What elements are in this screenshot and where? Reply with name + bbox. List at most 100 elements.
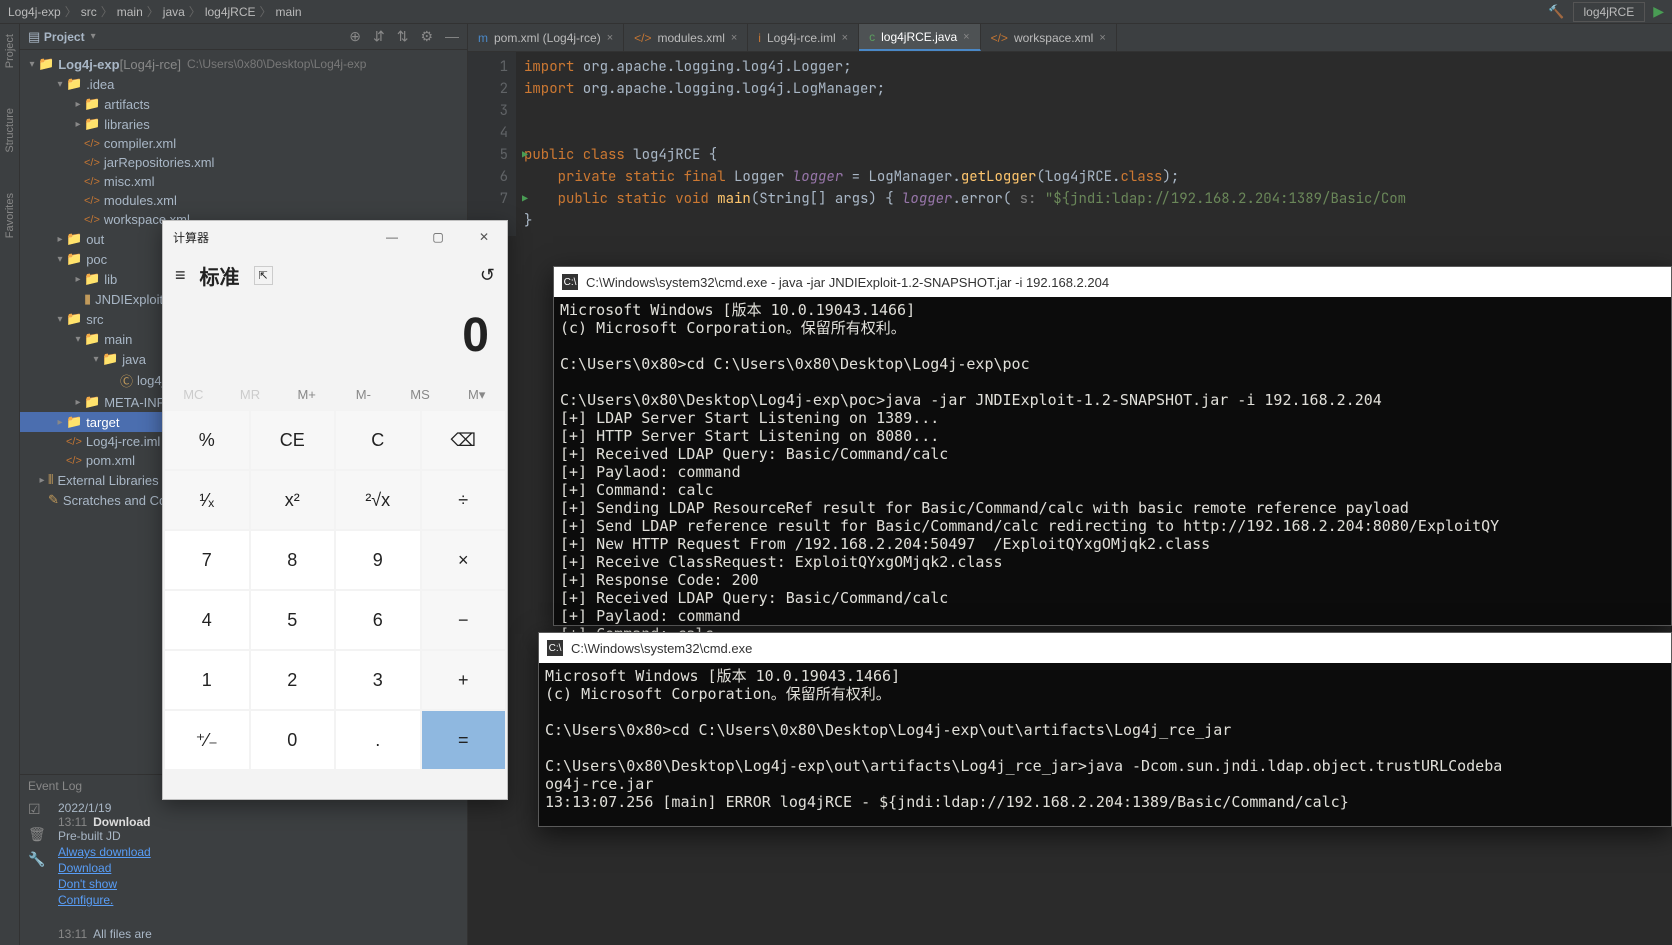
expand-icon[interactable]: ⇵ bbox=[373, 28, 385, 45]
event-link[interactable]: Configure. bbox=[58, 893, 152, 907]
run-config-dropdown[interactable]: log4jRCE bbox=[1573, 2, 1646, 22]
tree-item[interactable]: ▸📁libraries bbox=[20, 114, 467, 134]
calc-key[interactable]: 6 bbox=[336, 591, 420, 649]
editor-tab[interactable]: </>modules.xml× bbox=[624, 24, 748, 51]
close-icon[interactable]: × bbox=[731, 32, 737, 44]
code-editor[interactable]: 12345▶67▶ import org.apache.logging.log4… bbox=[468, 52, 1672, 236]
hamburger-icon[interactable]: ≡ bbox=[175, 265, 186, 286]
calc-memory-row: MCMRM+M-MSM▾ bbox=[163, 381, 507, 409]
locate-icon[interactable]: ⊕ bbox=[349, 28, 361, 45]
event-link[interactable]: Don't show bbox=[58, 877, 152, 891]
run-button[interactable]: ▶ bbox=[1653, 3, 1664, 20]
breadcrumb-seg[interactable]: main bbox=[117, 5, 143, 19]
keep-on-top-icon[interactable]: ⇱ bbox=[254, 266, 273, 285]
calc-key[interactable]: × bbox=[422, 531, 506, 589]
collapse-icon[interactable]: ⇅ bbox=[397, 28, 409, 45]
cmd-titlebar[interactable]: C:\ C:\Windows\system32\cmd.exe bbox=[539, 633, 1671, 663]
editor-tab[interactable]: iLog4j-rce.iml× bbox=[748, 24, 859, 51]
calc-key[interactable]: 3 bbox=[336, 651, 420, 709]
calc-key[interactable]: ²√x bbox=[336, 471, 420, 529]
close-button[interactable]: ✕ bbox=[461, 221, 507, 253]
left-tool-strip: Project Structure Favorites bbox=[0, 24, 20, 945]
cmd-output[interactable]: Microsoft Windows [版本 10.0.19043.1466] (… bbox=[539, 663, 1671, 815]
minimize-button[interactable]: — bbox=[369, 221, 415, 253]
tree-item[interactable]: </>jarRepositories.xml bbox=[20, 153, 467, 172]
calc-key[interactable]: . bbox=[336, 711, 420, 769]
calc-key[interactable]: 2 bbox=[251, 651, 335, 709]
tree-item[interactable]: </>compiler.xml bbox=[20, 134, 467, 153]
event-link[interactable]: Always download bbox=[58, 845, 152, 859]
trash-icon[interactable]: 🗑 bbox=[28, 826, 58, 843]
sidebar-title[interactable]: Project bbox=[44, 30, 85, 44]
calc-key[interactable]: 7 bbox=[165, 531, 249, 589]
calc-mem-m▾[interactable]: M▾ bbox=[448, 387, 505, 403]
structure-tool-button[interactable]: Structure bbox=[4, 108, 16, 153]
cmd-icon: C:\ bbox=[547, 640, 563, 656]
calc-key[interactable]: + bbox=[422, 651, 506, 709]
code-body[interactable]: import org.apache.logging.log4j.Logger; … bbox=[516, 52, 1414, 236]
check-icon[interactable]: ☑ bbox=[28, 801, 58, 818]
hide-icon[interactable]: — bbox=[445, 28, 459, 45]
calc-key[interactable]: 0 bbox=[251, 711, 335, 769]
breadcrumb[interactable]: Log4j-exp〉src〉main〉java〉log4jRCE〉main bbox=[8, 3, 302, 20]
favorites-tool-button[interactable]: Favorites bbox=[4, 193, 16, 238]
breadcrumb-seg[interactable]: src bbox=[81, 5, 97, 19]
cmd-window-jndiexploit[interactable]: C:\ C:\Windows\system32\cmd.exe - java -… bbox=[553, 266, 1672, 626]
calc-key[interactable]: 8 bbox=[251, 531, 335, 589]
history-icon[interactable]: ↺ bbox=[480, 265, 495, 286]
calc-mem-mr: MR bbox=[222, 387, 279, 403]
calculator-title: 计算器 bbox=[173, 229, 209, 246]
calc-key[interactable]: 5 bbox=[251, 591, 335, 649]
calc-mem-m+[interactable]: M+ bbox=[278, 387, 335, 403]
breadcrumb-seg[interactable]: main bbox=[276, 5, 302, 19]
tree-root[interactable]: ▾📁Log4j-exp [Log4j-rce]C:\Users\0x80\Des… bbox=[20, 54, 467, 74]
project-tool-button[interactable]: Project bbox=[4, 34, 16, 68]
hammer-icon[interactable]: 🔨 bbox=[1548, 4, 1564, 20]
cmd-output[interactable]: Microsoft Windows [版本 10.0.19043.1466] (… bbox=[554, 297, 1671, 647]
tree-item[interactable]: ▸📁artifacts bbox=[20, 94, 467, 114]
cmd-window-runjar[interactable]: C:\ C:\Windows\system32\cmd.exe Microsof… bbox=[538, 632, 1672, 827]
calc-key[interactable]: = bbox=[422, 711, 506, 769]
maximize-button[interactable]: ▢ bbox=[415, 221, 461, 253]
close-icon[interactable]: × bbox=[1099, 32, 1105, 44]
calc-mode: 标准 bbox=[200, 261, 240, 290]
calculator-titlebar[interactable]: 计算器 — ▢ ✕ bbox=[163, 221, 507, 253]
calc-key[interactable]: CE bbox=[251, 411, 335, 469]
calc-key[interactable]: − bbox=[422, 591, 506, 649]
editor-tab[interactable]: mpom.xml (Log4j-rce)× bbox=[468, 24, 624, 51]
tree-item[interactable]: </>misc.xml bbox=[20, 172, 467, 191]
sidebar-header: ▤ Project ▾ ⊕ ⇵ ⇅ ⚙ — bbox=[20, 24, 467, 50]
calc-key[interactable]: C bbox=[336, 411, 420, 469]
calc-key[interactable]: x² bbox=[251, 471, 335, 529]
breadcrumb-seg[interactable]: Log4j-exp bbox=[8, 5, 61, 19]
tree-item[interactable]: ▾📁.idea bbox=[20, 74, 467, 94]
calc-key[interactable]: 1 bbox=[165, 651, 249, 709]
calc-keypad: %CEC⌫ ¹⁄ₓx²²√x÷ 789× 456− 123+ ⁺⁄₋0.= bbox=[163, 409, 507, 771]
wrench-icon[interactable]: 🔧 bbox=[28, 851, 58, 868]
gutter: 12345▶67▶ bbox=[468, 52, 516, 236]
event-link[interactable]: Download bbox=[58, 861, 152, 875]
calc-key[interactable]: ¹⁄ₓ bbox=[165, 471, 249, 529]
close-icon[interactable]: × bbox=[607, 32, 613, 44]
close-icon[interactable]: × bbox=[842, 32, 848, 44]
tree-item[interactable]: </>modules.xml bbox=[20, 191, 467, 210]
calc-key[interactable]: % bbox=[165, 411, 249, 469]
calc-mem-m-[interactable]: M- bbox=[335, 387, 392, 403]
calc-mem-ms[interactable]: MS bbox=[392, 387, 449, 403]
calculator-window[interactable]: 计算器 — ▢ ✕ ≡ 标准 ⇱ ↺ 0 MCMRM+M-MSM▾ %CEC⌫ ¹… bbox=[162, 220, 508, 800]
calc-key[interactable]: 9 bbox=[336, 531, 420, 589]
project-view-icon[interactable]: ▤ bbox=[28, 29, 40, 45]
chevron-down-icon[interactable]: ▾ bbox=[91, 31, 96, 42]
close-icon[interactable]: × bbox=[963, 31, 969, 43]
calc-key[interactable]: ÷ bbox=[422, 471, 506, 529]
calc-key[interactable]: 4 bbox=[165, 591, 249, 649]
breadcrumb-seg[interactable]: java bbox=[163, 5, 185, 19]
calc-key[interactable]: ⌫ bbox=[422, 411, 506, 469]
gear-icon[interactable]: ⚙ bbox=[420, 28, 433, 45]
calc-display: 0 bbox=[163, 298, 507, 381]
cmd-titlebar[interactable]: C:\ C:\Windows\system32\cmd.exe - java -… bbox=[554, 267, 1671, 297]
calc-key[interactable]: ⁺⁄₋ bbox=[165, 711, 249, 769]
breadcrumb-seg[interactable]: log4jRCE bbox=[205, 5, 256, 19]
editor-tab[interactable]: </>workspace.xml× bbox=[981, 24, 1117, 51]
editor-tab[interactable]: clog4jRCE.java× bbox=[859, 24, 980, 51]
